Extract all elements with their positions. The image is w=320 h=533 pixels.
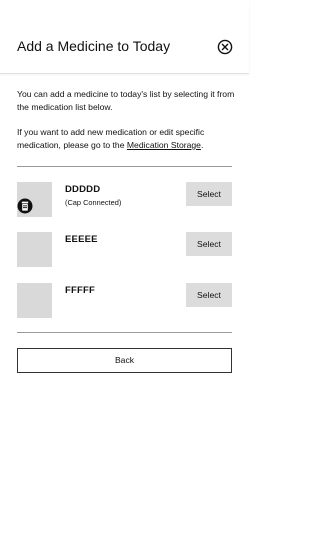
intro-paragraph-1: You can add a medicine to today's list b… bbox=[17, 89, 235, 112]
medication-name: FFFFF bbox=[65, 285, 96, 296]
intro-period: . bbox=[200, 140, 204, 150]
medication-row-dddd: DDDDD (Cap Connected) Select bbox=[0, 182, 249, 218]
medication-row-eeee: EEEEE Select bbox=[0, 232, 249, 268]
cap-connected-icon bbox=[17, 198, 33, 214]
medication-subtitle: (Cap Connected) bbox=[65, 198, 122, 207]
medication-thumbnail bbox=[17, 283, 52, 318]
medication-name: EEEEE bbox=[65, 234, 98, 245]
select-button[interactable]: Select bbox=[186, 182, 232, 206]
medication-row-ffff: FFFFF Select bbox=[0, 283, 249, 319]
select-button[interactable]: Select bbox=[186, 232, 232, 256]
intro-paragraph-2: If you want to add new medication or edi… bbox=[17, 126, 239, 152]
select-button[interactable]: Select bbox=[186, 283, 232, 307]
divider-bottom bbox=[17, 332, 232, 333]
medication-thumbnail bbox=[17, 232, 52, 267]
close-icon[interactable] bbox=[217, 39, 233, 55]
page-title: Add a Medicine to Today bbox=[17, 38, 171, 54]
divider-top bbox=[17, 166, 232, 167]
header: Add a Medicine to Today bbox=[0, 0, 249, 74]
medication-storage-link[interactable]: Medication Storage bbox=[127, 140, 201, 150]
medication-name: DDDDD bbox=[65, 184, 101, 195]
back-button[interactable]: Back bbox=[17, 348, 232, 373]
